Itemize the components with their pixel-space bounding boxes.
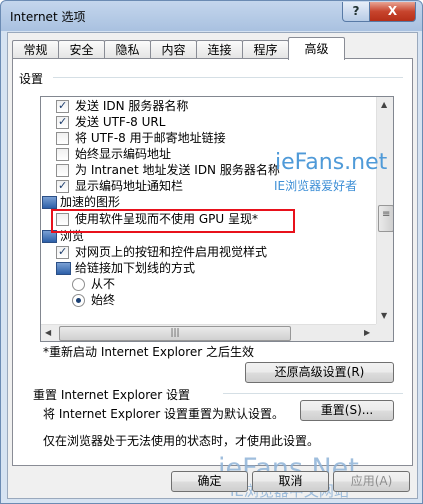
scroll-up-icon[interactable]: ▲ <box>381 100 387 109</box>
checkbox-checked[interactable] <box>56 244 69 260</box>
list-item-label: 始终 <box>91 293 116 307</box>
tab-programs[interactable]: 程序 <box>242 40 289 59</box>
checkbox-checked[interactable] <box>56 98 69 114</box>
vertical-scroll-thumb[interactable] <box>378 205 393 232</box>
title-bar[interactable]: Internet 选项 ? X <box>1 1 422 29</box>
vertical-scrollbar[interactable]: ▲ ▼ <box>376 97 393 324</box>
close-button[interactable]: X <box>369 2 416 22</box>
checkbox-checked[interactable] <box>56 178 69 194</box>
list-item-label: 对网页上的按钮和控件启用视觉样式 <box>75 245 268 259</box>
tab-security[interactable]: 安全 <box>58 40 105 59</box>
horizontal-scroll-thumb[interactable]: ||| <box>59 326 291 341</box>
checkbox-unchecked[interactable] <box>56 164 69 177</box>
scroll-left-icon[interactable]: ◀ <box>45 328 51 337</box>
reset-section-title: 重置 Internet Explorer 设置 <box>33 388 191 402</box>
list-item-label: 显示编码地址通知栏 <box>75 179 184 193</box>
underline-category-icon <box>56 262 71 275</box>
internet-options-window: Internet 选项 ? X 常规 安全 隐私 内容 连接 程序 高级 设置 … <box>0 0 423 504</box>
scroll-right-icon[interactable]: ▶ <box>364 328 370 337</box>
horizontal-scrollbar[interactable]: ◀ ||| ▶ <box>41 324 376 341</box>
list-item-label: 发送 IDN 服务器名称 <box>75 99 189 113</box>
settings-group-label: 设置 <box>19 72 44 86</box>
graphics-category-icon <box>42 196 57 209</box>
window-title: Internet 选项 <box>10 10 86 24</box>
tab-general[interactable]: 常规 <box>12 40 59 59</box>
reset-divider <box>223 393 403 394</box>
list-item-label: 为 Intranet 地址发送 IDN 服务器名称 <box>75 163 280 177</box>
advanced-panel: 设置 发送 IDN 服务器名称 发送 UTF-8 URL 将 UTF-8 用于邮… <box>12 58 413 466</box>
reset-note: 仅在浏览器处于无法使用的状态时，才使用此设置。 <box>43 434 320 448</box>
list-item-label: 将 UTF-8 用于邮寄地址链接 <box>75 131 226 145</box>
help-button[interactable]: ? <box>342 2 370 22</box>
list-item-label: 发送 UTF-8 URL <box>75 115 166 129</box>
radio-unselected[interactable] <box>72 278 85 291</box>
restart-note: *重新启动 Internet Explorer 之后生效 <box>43 345 255 359</box>
category-label: 给链接加下划线的方式 <box>75 261 196 275</box>
tab-advanced[interactable]: 高级 <box>288 37 345 60</box>
restore-advanced-button[interactable]: 还原高级设置(R) <box>245 362 394 383</box>
scroll-down-icon[interactable]: ▼ <box>381 311 387 320</box>
dialog-client: 常规 安全 隐私 内容 连接 程序 高级 设置 发送 IDN 服务器名称 发送 … <box>7 32 418 500</box>
tab-privacy[interactable]: 隐私 <box>104 40 151 59</box>
tab-content[interactable]: 内容 <box>150 40 197 59</box>
list-item-label: 始终显示编码地址 <box>75 147 172 161</box>
annotation-highlight-box <box>51 209 295 233</box>
apply-button[interactable]: 应用(A) <box>333 471 410 492</box>
checkbox-checked[interactable] <box>56 114 69 130</box>
scrollbar-corner <box>376 324 393 341</box>
checkbox-unchecked[interactable] <box>56 132 69 145</box>
ok-button[interactable]: 确定 <box>171 471 248 492</box>
list-item-label: 从不 <box>91 277 116 291</box>
watermark-brand: ieFans.net <box>275 150 388 175</box>
cancel-button[interactable]: 取消 <box>252 471 329 492</box>
watermark-tagline: IE浏览器爱好者 <box>274 179 358 193</box>
checkbox-unchecked[interactable] <box>56 148 69 161</box>
radio-selected[interactable] <box>72 294 85 307</box>
reset-description: 将 Internet Explorer 设置重置为默认设置。 <box>43 407 285 421</box>
reset-button[interactable]: 重置(S)... <box>300 400 394 421</box>
settings-divider <box>53 77 403 78</box>
tab-connections[interactable]: 连接 <box>196 40 243 59</box>
category-label: 加速的图形 <box>60 195 121 209</box>
